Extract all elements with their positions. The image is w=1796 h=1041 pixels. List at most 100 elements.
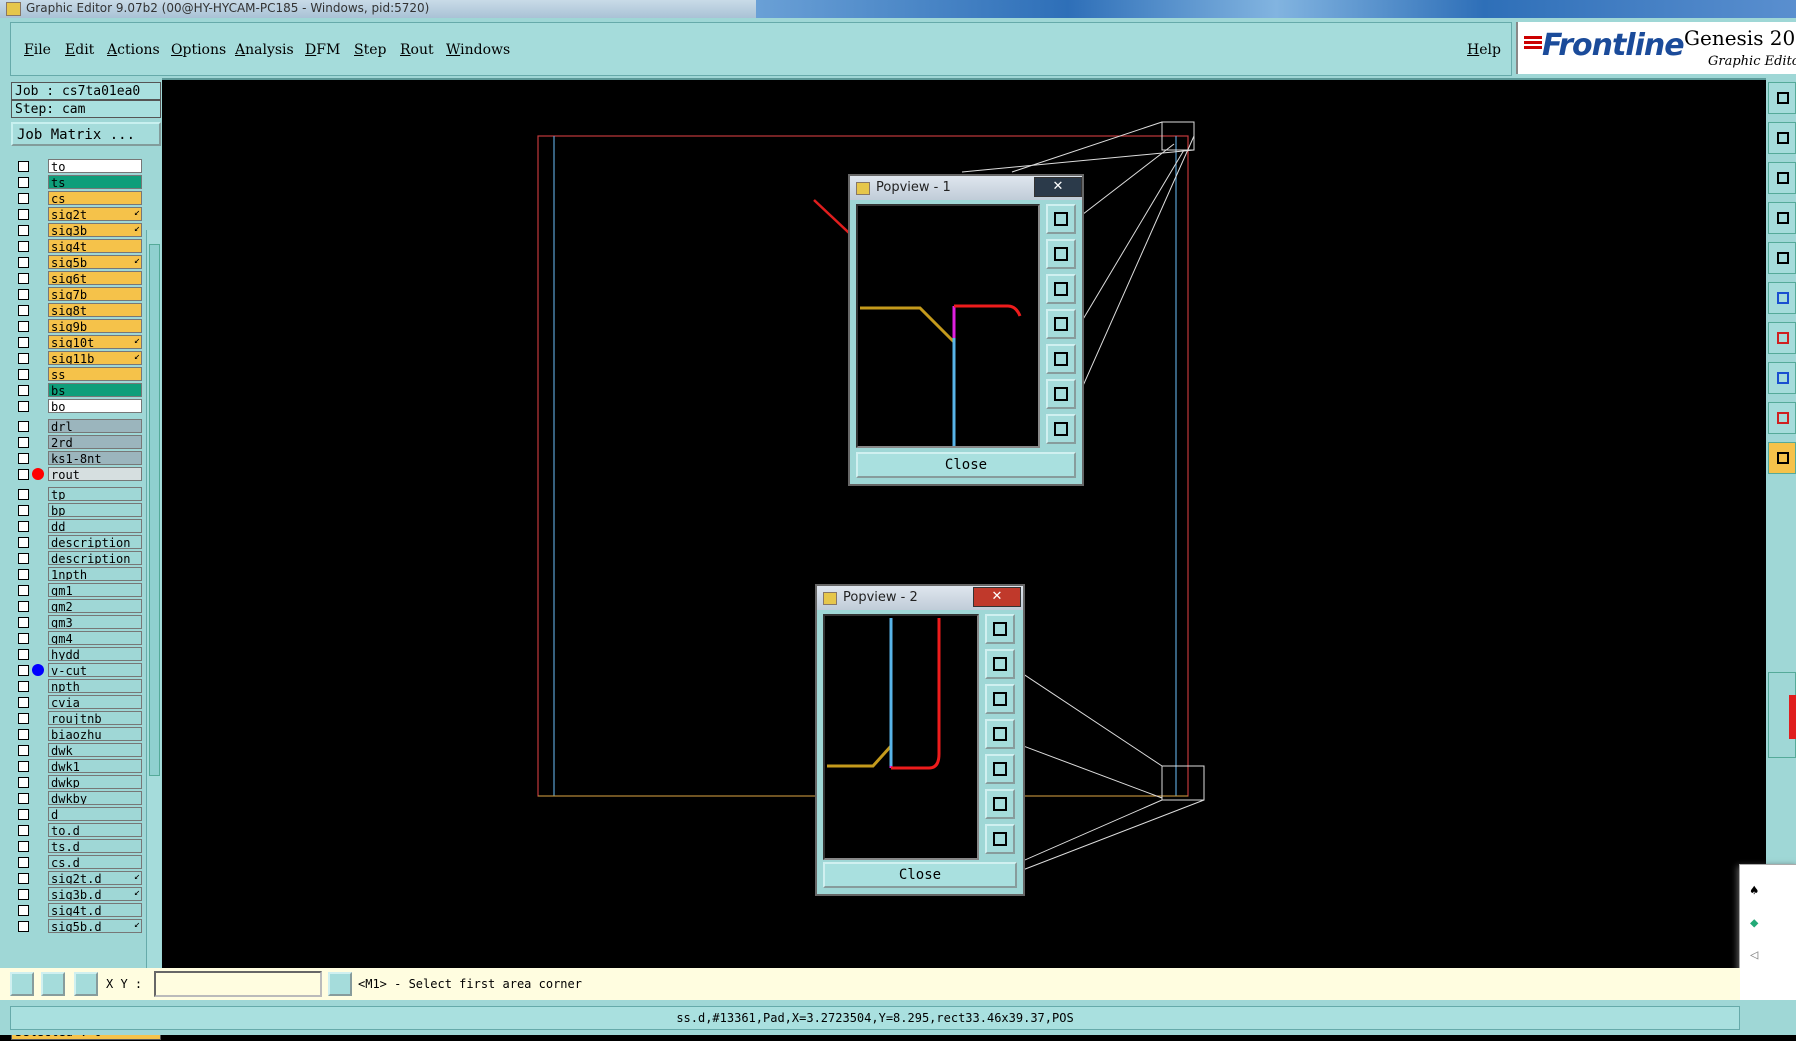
layer-name[interactable]: bo [48,399,142,413]
layer-checkbox[interactable] [18,921,29,932]
popview-2-titlebar[interactable]: Popview - 2 ✕ [817,586,1023,610]
layer-name[interactable]: dd [48,519,142,533]
layer-checkbox[interactable] [18,161,29,172]
info-icon[interactable] [328,972,352,996]
menu-rout[interactable]: Rout [400,42,434,58]
layer-checkbox[interactable] [18,177,29,188]
layer-name[interactable]: cvia [48,695,142,709]
layer-row[interactable]: sig10t ↙ [11,334,144,350]
layer-checkbox[interactable] [18,241,29,252]
layer-name[interactable]: 1npth [48,567,142,581]
layer-row[interactable]: dwkp [11,774,144,790]
pan-up-icon[interactable] [1046,239,1076,269]
layer-name[interactable]: sig5b [48,255,142,269]
layer-row[interactable]: rout [11,466,144,482]
layer-row[interactable]: gm1 [11,582,144,598]
layer-name[interactable]: to.d [48,823,142,837]
layer-row[interactable]: sig5b ↙ [11,254,144,270]
layer-checkbox[interactable] [18,553,29,564]
layer-checkbox[interactable] [18,385,29,396]
layer-row[interactable]: dwk1 [11,758,144,774]
layer-name[interactable]: sig6t [48,271,142,285]
layer-name[interactable]: sig8t [48,303,142,317]
menu-file[interactable]: File [24,42,51,58]
layer-row[interactable]: sig3b.d ↙ [11,886,144,902]
menu-dfm[interactable]: DFM [305,42,340,58]
layer-row[interactable]: bp [11,502,144,518]
pan-up-icon[interactable] [985,649,1015,679]
layer-checkbox[interactable] [18,841,29,852]
layer-row[interactable]: dwkby [11,790,144,806]
layer-row[interactable]: to [11,158,144,174]
pan-down-icon[interactable] [1046,274,1076,304]
zoom-out-icon[interactable] [1046,414,1076,444]
layer-row[interactable]: ts.d [11,838,144,854]
measure-icon[interactable] [41,972,65,996]
connect-tool-icon[interactable] [1768,362,1796,394]
layer-name[interactable]: description [48,535,142,549]
layer-row[interactable]: biaozhu [11,726,144,742]
layer-row[interactable]: bs [11,382,144,398]
layer-checkbox[interactable] [18,353,29,364]
pan-left-icon[interactable] [1046,309,1076,339]
popview-2-view[interactable] [823,614,979,860]
menu-help[interactable]: Help [1467,42,1501,58]
layer-name[interactable]: dwk [48,743,142,757]
layer-checkbox[interactable] [18,633,29,644]
layer-row[interactable]: description [11,550,144,566]
net-tool-icon[interactable] [1768,282,1796,314]
layer-checkbox[interactable] [18,421,29,432]
layer-checkbox[interactable] [18,521,29,532]
layer-row[interactable]: sig5b.d ↙ [11,918,144,934]
layer-row[interactable]: sig2t ↙ [11,206,144,222]
layer-name[interactable]: sig5b.d [48,919,142,933]
triangle-tool-icon[interactable] [1768,402,1796,434]
layer-name[interactable]: hydd [48,647,142,661]
layer-name[interactable]: sig2t.d [48,871,142,885]
layer-row[interactable]: gm2 [11,598,144,614]
layer-checkbox[interactable] [18,761,29,772]
layer-row[interactable]: roujtnb [11,710,144,726]
layer-checkbox[interactable] [18,453,29,464]
layer-checkbox[interactable] [18,809,29,820]
layer-name[interactable]: rout [48,467,142,481]
layer-name[interactable]: description [48,551,142,565]
layer-name[interactable]: ts.d [48,839,142,853]
layer-row[interactable]: drl [11,418,144,434]
layer-row[interactable]: sig7b [11,286,144,302]
layer-row[interactable]: description [11,534,144,550]
layer-name[interactable]: dwkby [48,791,142,805]
layer-checkbox[interactable] [18,777,29,788]
layer-name[interactable]: 2rd [48,435,142,449]
layer-checkbox[interactable] [18,905,29,916]
layer-row[interactable]: ts [11,174,144,190]
layer-list-scrollbar[interactable] [146,230,161,1016]
layer-checkbox[interactable] [18,793,29,804]
layer-checkbox[interactable] [18,193,29,204]
layer-row[interactable]: to.d [11,822,144,838]
layer-checkbox[interactable] [18,713,29,724]
layer-name[interactable]: npth [48,679,142,693]
layer-checkbox[interactable] [18,873,29,884]
grid-icon[interactable] [74,972,98,996]
xy-input[interactable] [154,971,322,997]
pan-left-icon[interactable] [985,719,1015,749]
layer-checkbox[interactable] [18,889,29,900]
popview-1-view[interactable] [856,204,1040,448]
layer-row[interactable]: ks1-8nt [11,450,144,466]
layer-checkbox[interactable] [18,289,29,300]
layer-row[interactable]: bo [11,398,144,414]
layer-checkbox[interactable] [18,537,29,548]
zoom-out-icon[interactable] [985,824,1015,854]
layer-checkbox[interactable] [18,681,29,692]
menu-analysis[interactable]: Analysis [235,42,294,58]
layer-name[interactable]: v-cut [48,663,142,677]
layer-row[interactable]: sig4t.d [11,902,144,918]
area-select-icon[interactable] [10,972,34,996]
layer-name[interactable]: roujtnb [48,711,142,725]
layer-row[interactable]: tp [11,486,144,502]
popview-1-close-button[interactable]: Close [856,452,1076,478]
layer-row[interactable]: 2rd [11,434,144,450]
pan-right-icon[interactable] [1046,344,1076,374]
layer-checkbox[interactable] [18,825,29,836]
